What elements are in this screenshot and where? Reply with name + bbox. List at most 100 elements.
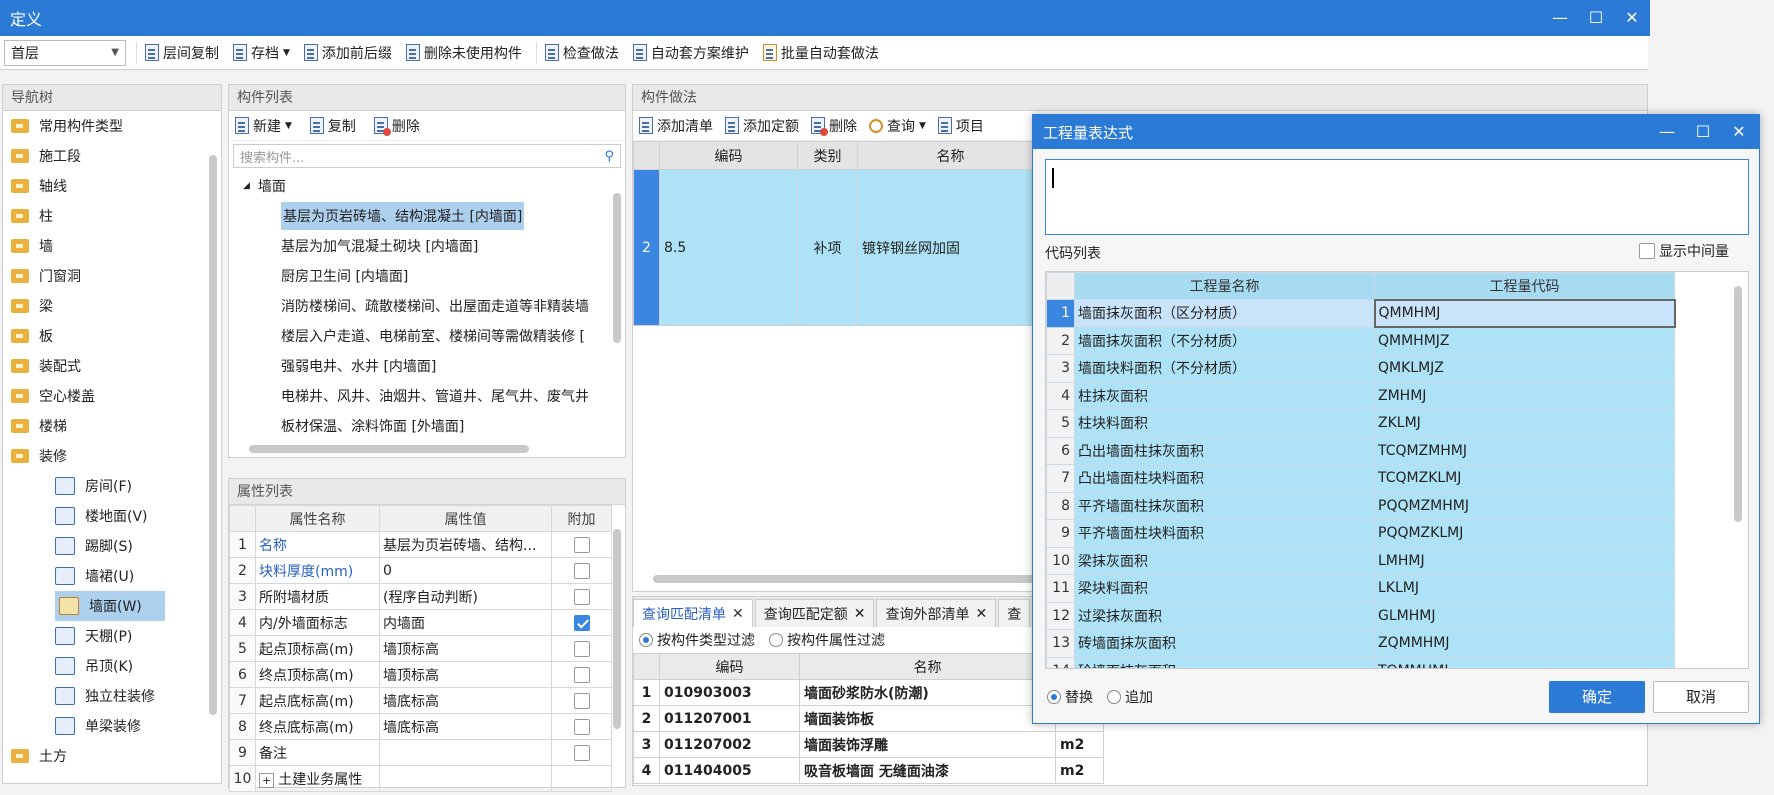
property-row[interactable]: 6 终点顶标高(m) 墙顶标高 bbox=[229, 661, 612, 688]
code-row[interactable]: 10 梁抹灰面积 LMHMJ bbox=[1046, 546, 1675, 575]
property-row[interactable]: 7 起点底标高(m) 墙底标高 bbox=[229, 687, 612, 714]
tree-root[interactable]: ◢ 墙面 bbox=[229, 171, 625, 201]
nav-item[interactable]: 空心楼盖 bbox=[3, 381, 221, 411]
code-row[interactable]: 5 柱块料面积 ZKLMJ bbox=[1046, 409, 1675, 438]
code-list-scrollbar[interactable] bbox=[1734, 286, 1742, 522]
query-button[interactable]: 查询 ▼ bbox=[869, 116, 926, 136]
expand-icon[interactable]: + bbox=[259, 772, 275, 788]
add-quota-button[interactable]: 添加定额 bbox=[725, 116, 799, 136]
close-icon[interactable]: ✕ bbox=[732, 606, 744, 622]
ok-button[interactable]: 确定 bbox=[1549, 681, 1645, 713]
code-row[interactable]: 7 凸出墙面柱块料面积 TCQMZKLMJ bbox=[1046, 464, 1675, 493]
nav-sub-item[interactable]: 房间(F) bbox=[3, 471, 221, 501]
code-row[interactable]: 4 柱抹灰面积 ZMHMJ bbox=[1046, 381, 1675, 410]
archive-button[interactable]: 存档 ▼ bbox=[233, 43, 290, 63]
method-delete-button[interactable]: 删除 bbox=[811, 116, 857, 136]
tab-query-more[interactable]: 查 bbox=[998, 599, 1031, 627]
nav-sub-item[interactable]: 踢脚(S) bbox=[3, 531, 221, 561]
property-row[interactable]: 2 块料厚度(mm) 0 bbox=[229, 557, 612, 584]
nav-sub-item[interactable]: 楼地面(V) bbox=[3, 501, 221, 531]
nav-item[interactable]: 轴线 bbox=[3, 171, 221, 201]
query-row[interactable]: 4 011404005 吸音板墙面 无缝面油漆 m2 bbox=[633, 757, 1104, 784]
nav-item-decoration[interactable]: 装修 bbox=[3, 441, 221, 471]
checkbox[interactable] bbox=[573, 562, 590, 579]
tree-item[interactable]: 厨房卫生间 [内墙面] bbox=[229, 261, 625, 291]
cancel-button[interactable]: 取消 bbox=[1653, 681, 1749, 713]
copy-button[interactable]: 复制 bbox=[309, 116, 356, 136]
close-icon[interactable]: ✕ bbox=[854, 606, 866, 622]
nav-item[interactable]: 梁 bbox=[3, 291, 221, 321]
property-row[interactable]: 5 起点顶标高(m) 墙顶标高 bbox=[229, 635, 612, 662]
nav-sub-item[interactable]: 独立柱装修 bbox=[3, 681, 221, 711]
radio-append[interactable] bbox=[1107, 690, 1121, 704]
code-row[interactable]: 14砼墙面抹灰面积TQMMHMJ bbox=[1046, 656, 1675, 668]
close-button[interactable]: ✕ bbox=[1622, 8, 1642, 28]
tree-item[interactable]: 强弱电井、水井 [内墙面] bbox=[229, 351, 625, 381]
batch-auto-button[interactable]: 批量自动套做法 bbox=[762, 43, 879, 63]
delete-button[interactable]: 删除 bbox=[373, 116, 420, 136]
add-prefix-suffix-button[interactable]: 添加前后缀 bbox=[303, 43, 392, 63]
show-mid-toggle[interactable]: 显示中间量 bbox=[1639, 241, 1729, 261]
component-hscroll[interactable] bbox=[249, 445, 529, 453]
property-row[interactable]: 10 + 土建业务属性 bbox=[229, 765, 612, 792]
nav-sub-item[interactable]: 吊顶(K) bbox=[3, 651, 221, 681]
nav-item[interactable]: 施工段 bbox=[3, 141, 221, 171]
code-row-selected[interactable]: 1 墙面抹灰面积（区分材质） QMMHMJ bbox=[1046, 298, 1676, 328]
code-row[interactable]: 8 平齐墙面柱抹灰面积 PQQMZMHMJ bbox=[1046, 491, 1675, 520]
tree-item[interactable]: 板材保温、涂料饰面 [外墙面] bbox=[229, 411, 625, 441]
code-row[interactable]: 13 砖墙面抹灰面积 ZQMMHMJ bbox=[1046, 629, 1675, 658]
tree-item[interactable]: 楼层入户走道、电梯前室、楼梯间等需做精装修 [ bbox=[229, 321, 625, 351]
code-row[interactable]: 6 凸出墙面柱抹灰面积 TCQMZMHMJ bbox=[1046, 436, 1675, 465]
code-row[interactable]: 11 梁块料面积 LKLMJ bbox=[1046, 574, 1675, 603]
radio-filter-attr[interactable] bbox=[769, 633, 783, 647]
check-method-button[interactable]: 检查做法 bbox=[544, 43, 619, 63]
radio-filter-type[interactable] bbox=[639, 633, 653, 647]
checkbox[interactable] bbox=[573, 536, 590, 553]
nav-item[interactable]: 楼梯 bbox=[3, 411, 221, 441]
method-hscroll[interactable] bbox=[653, 575, 1053, 583]
floor-select[interactable]: 首层 ▼ bbox=[4, 39, 126, 66]
expression-input[interactable] bbox=[1045, 159, 1749, 235]
checkbox[interactable] bbox=[573, 744, 590, 761]
dialog-close-button[interactable]: ✕ bbox=[1729, 122, 1749, 142]
query-row[interactable]: 3 011207002 墙面装饰浮雕 m2 bbox=[633, 731, 1104, 758]
code-row[interactable]: 9 平齐墙面柱块料面积 PQQMZKLMJ bbox=[1046, 519, 1675, 548]
tab-query-external-list[interactable]: 查询外部清单 ✕ bbox=[876, 599, 997, 627]
nav-sub-item-selected[interactable]: 墙面(W) bbox=[55, 591, 165, 621]
property-vscroll[interactable] bbox=[613, 529, 621, 729]
checkbox[interactable] bbox=[573, 666, 590, 683]
minimize-button[interactable]: — bbox=[1550, 8, 1570, 28]
nav-item[interactable]: 常用构件类型 bbox=[3, 111, 221, 141]
auto-scheme-button[interactable]: 自动套方案维护 bbox=[632, 43, 749, 63]
copy-between-floors-button[interactable]: 层间复制 bbox=[145, 43, 219, 63]
project-button[interactable]: 项目 bbox=[937, 116, 984, 136]
property-row[interactable]: 9 备注 bbox=[229, 739, 612, 766]
nav-sub-item[interactable]: 天棚(P) bbox=[3, 621, 221, 651]
dialog-minimize-button[interactable]: — bbox=[1657, 122, 1677, 142]
tree-item[interactable]: 消防楼梯间、疏散楼梯间、出屋面走道等非精装墙 bbox=[229, 291, 625, 321]
nav-sub-item[interactable]: 墙裙(U) bbox=[3, 561, 221, 591]
nav-item[interactable]: 柱 bbox=[3, 201, 221, 231]
nav-item[interactable]: 门窗洞 bbox=[3, 261, 221, 291]
tree-item[interactable]: 电梯井、风井、油烟井、管道井、尾气井、废气井 bbox=[229, 381, 625, 411]
property-row[interactable]: 4 内/外墙面标志 内墙面 bbox=[229, 609, 612, 636]
search-input[interactable]: 搜索构件... ⚲ bbox=[233, 144, 621, 168]
nav-item[interactable]: 土方 bbox=[3, 741, 221, 771]
code-row[interactable]: 3 墙面块料面积（不分材质） QMKLMJZ bbox=[1046, 354, 1675, 383]
method-row[interactable]: 2 8.5 补项 镀锌钢丝网加固 bbox=[633, 169, 1044, 326]
tab-query-match-list[interactable]: 查询匹配清单 ✕ bbox=[633, 599, 753, 627]
radio-replace[interactable] bbox=[1047, 690, 1061, 704]
delete-unused-button[interactable]: 删除未使用构件 bbox=[405, 43, 522, 63]
add-list-button[interactable]: 添加清单 bbox=[639, 116, 713, 136]
maximize-button[interactable]: ☐ bbox=[1586, 8, 1606, 28]
checkbox[interactable] bbox=[573, 718, 590, 735]
tree-item[interactable]: 基层为加气混凝土砌块 [内墙面] bbox=[229, 231, 625, 261]
checkbox[interactable] bbox=[573, 588, 590, 605]
code-row[interactable]: 12 过梁抹灰面积 GLMHMJ bbox=[1046, 601, 1675, 630]
nav-item[interactable]: 装配式 bbox=[3, 351, 221, 381]
checkbox[interactable] bbox=[573, 692, 590, 709]
property-row[interactable]: 8 终点底标高(m) 墙底标高 bbox=[229, 713, 612, 740]
checkbox-checked[interactable] bbox=[573, 614, 590, 631]
checkbox[interactable] bbox=[1639, 243, 1655, 259]
code-row[interactable]: 2 墙面抹灰面积（不分材质） QMMHMJZ bbox=[1046, 326, 1675, 355]
